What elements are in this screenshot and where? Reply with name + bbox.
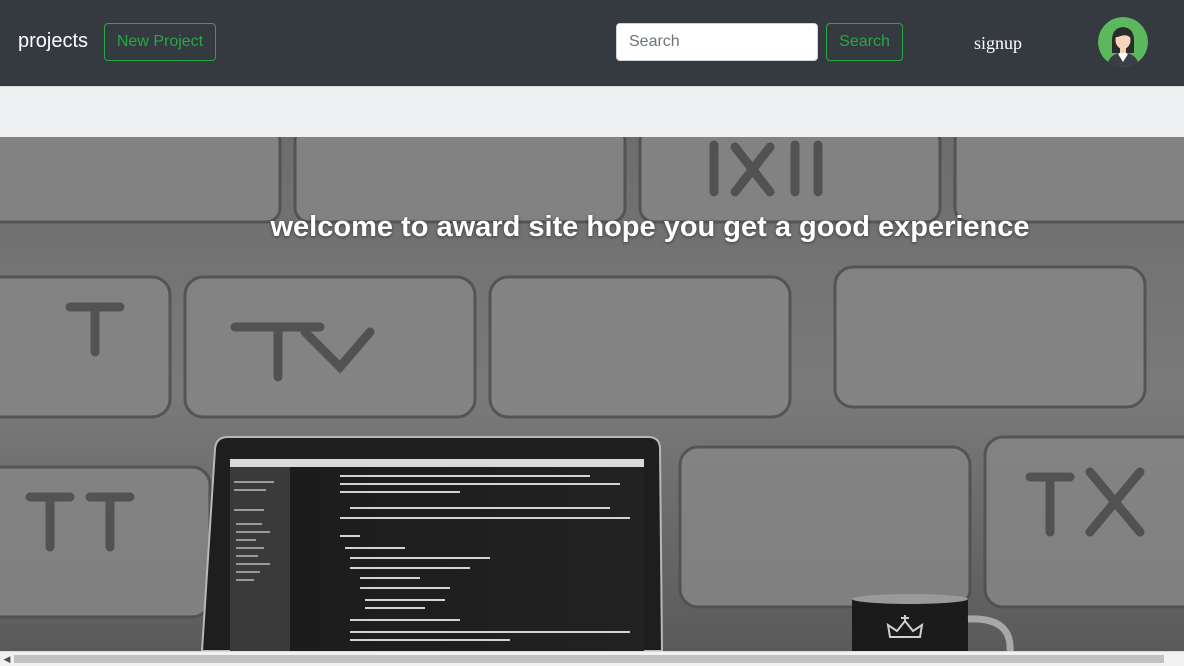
hero-title: welcome to award site hope you get a goo… <box>270 211 1030 243</box>
search-input[interactable] <box>616 23 818 61</box>
brand-link[interactable]: projects <box>18 30 88 53</box>
horizontal-scrollbar[interactable]: ◀ <box>0 651 1184 666</box>
avatar[interactable] <box>1098 17 1148 67</box>
search-button[interactable]: Search <box>826 23 903 61</box>
signup-link[interactable]: signup <box>974 33 1022 54</box>
scrollbar-thumb[interactable] <box>14 655 1164 663</box>
chevron-left-icon[interactable]: ◀ <box>1 654 13 665</box>
hero-banner: welcome to award site hope you get a goo… <box>0 137 1184 651</box>
navbar: projects New Project Search signup <box>0 0 1184 86</box>
user-avatar-icon <box>1098 17 1148 67</box>
new-project-button[interactable]: New Project <box>104 23 216 61</box>
sub-header-strip <box>0 86 1184 137</box>
